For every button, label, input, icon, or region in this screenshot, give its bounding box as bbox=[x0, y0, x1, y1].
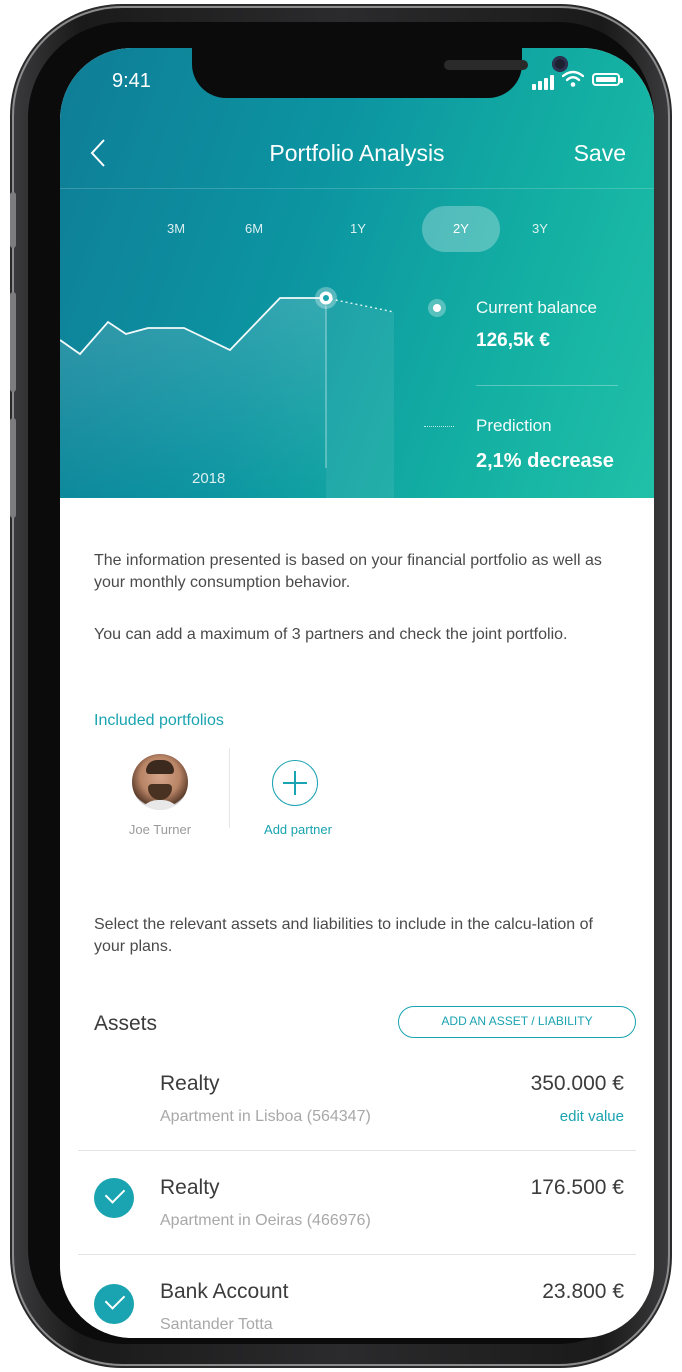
current-point-core bbox=[323, 295, 329, 301]
intro-text: The information presented is based on yo… bbox=[94, 552, 602, 591]
period-tabs: 3M 6M 1Y 2Y 3Y bbox=[60, 206, 654, 252]
check-icon bbox=[104, 1183, 126, 1204]
add-partner-icon[interactable] bbox=[272, 760, 318, 806]
check-icon bbox=[104, 1289, 126, 1310]
tab-2y[interactable]: 2Y bbox=[422, 206, 500, 252]
assets-title: Assets bbox=[94, 1012, 158, 1035]
asset-subtitle: Apartment in Lisboa (564347) bbox=[160, 1108, 371, 1125]
battery-icon bbox=[592, 73, 623, 86]
asset-title: Realty bbox=[160, 1072, 220, 1095]
edit-value-link[interactable]: edit value bbox=[560, 1108, 624, 1125]
prediction-marker-icon bbox=[424, 426, 454, 427]
header-divider bbox=[60, 188, 654, 189]
speaker bbox=[444, 60, 528, 70]
notch bbox=[192, 48, 568, 98]
add-partner-button[interactable]: Add partner bbox=[238, 822, 358, 837]
signal-bar bbox=[538, 81, 542, 90]
prediction-value: 2,1% decrease bbox=[476, 450, 614, 472]
volume-down-button bbox=[10, 418, 16, 518]
page-title: Portfolio Analysis bbox=[269, 140, 445, 166]
status-icons bbox=[532, 70, 623, 90]
asset-subtitle: Apartment in Oeiras (466976) bbox=[160, 1212, 371, 1229]
volume-up-button bbox=[10, 292, 16, 392]
screen: 9:41 Portfolio Analysis Save 3M 6M 1Y 2Y… bbox=[60, 48, 654, 1338]
asset-value: 176.500 € bbox=[530, 1176, 624, 1199]
asset-title: Bank Account bbox=[160, 1280, 289, 1303]
prediction-label: Prediction bbox=[476, 416, 552, 435]
tab-3m[interactable]: 3M bbox=[146, 206, 206, 252]
select-assets-text: Select the relevant assets and liabiliti… bbox=[94, 916, 593, 955]
current-balance-value: 126,5k € bbox=[476, 330, 550, 351]
current-balance-label: Current balance bbox=[476, 298, 597, 317]
partners-divider bbox=[229, 748, 230, 828]
tab-6m[interactable]: 6M bbox=[224, 206, 284, 252]
asset-value: 23.800 € bbox=[542, 1280, 624, 1303]
tab-1y[interactable]: 1Y bbox=[328, 206, 388, 252]
add-asset-button[interactable]: ADD AN ASSET / LIABILITY bbox=[398, 1006, 636, 1038]
mute-switch bbox=[10, 192, 16, 248]
asset-divider bbox=[78, 1150, 636, 1151]
partner-name: Joe Turner bbox=[128, 822, 192, 837]
asset-divider bbox=[78, 1254, 636, 1255]
status-time: 9:41 bbox=[112, 70, 151, 92]
portfolio-header: 9:41 Portfolio Analysis Save 3M 6M 1Y 2Y… bbox=[60, 48, 654, 498]
current-balance-marker-icon bbox=[428, 299, 446, 317]
signal-icon bbox=[532, 84, 536, 90]
included-portfolios-title: Included portfolios bbox=[94, 712, 224, 729]
signal-bar bbox=[544, 78, 548, 90]
save-button[interactable]: Save bbox=[574, 140, 626, 167]
legend-divider bbox=[476, 385, 618, 386]
partner-avatar[interactable] bbox=[132, 754, 188, 810]
asset-title: Realty bbox=[160, 1176, 220, 1199]
asset-subtitle: Santander Totta bbox=[160, 1316, 273, 1333]
wifi-icon bbox=[562, 70, 584, 87]
asset-checkbox[interactable] bbox=[94, 1178, 134, 1218]
chart-year-label: 2018 bbox=[192, 470, 226, 487]
balance-area bbox=[60, 298, 326, 498]
asset-value: 350.000 € bbox=[530, 1072, 624, 1095]
prediction-area bbox=[326, 298, 394, 498]
signal-bar bbox=[550, 75, 554, 90]
tab-3y[interactable]: 3Y bbox=[510, 206, 570, 252]
asset-checkbox[interactable] bbox=[94, 1284, 134, 1324]
partners-info-text: You can add a maximum of 3 partners and … bbox=[94, 626, 568, 643]
